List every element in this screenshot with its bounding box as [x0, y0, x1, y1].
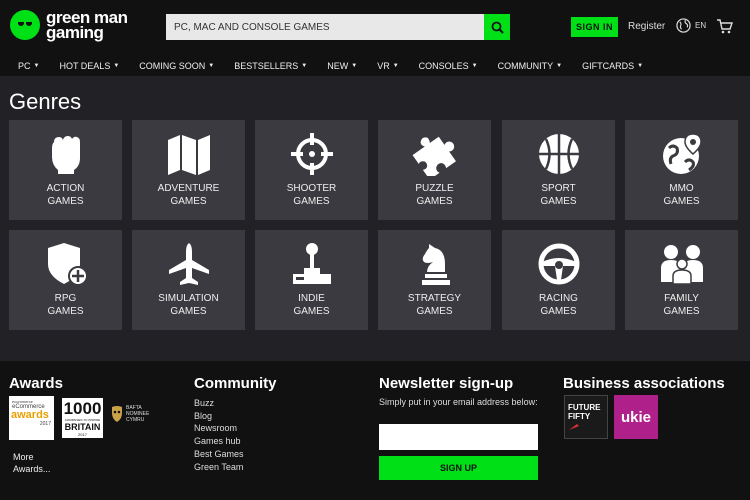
- search-bar: [166, 14, 510, 40]
- puzzle-icon: [412, 136, 456, 176]
- page-title: Genres: [9, 89, 82, 114]
- genre-tile-racing[interactable]: RACING GAMES: [502, 230, 615, 330]
- community-link-games-hub[interactable]: Games hub: [194, 435, 244, 448]
- genre-tile-indie[interactable]: INDIE GAMES: [255, 230, 368, 330]
- community-link-best-games[interactable]: Best Games: [194, 448, 244, 461]
- nav-new[interactable]: NEW ▼: [327, 61, 357, 71]
- ecommerce-awards-badge[interactable]: ecommerce eCommerce awards 2017: [9, 396, 54, 440]
- family-icon: [660, 245, 703, 285]
- newsletter-email-field[interactable]: [379, 424, 538, 450]
- community-link-newsroom[interactable]: Newsroom: [194, 422, 244, 435]
- genre-tile-strategy[interactable]: STRATEGY GAMES: [378, 230, 491, 330]
- more-awards-link[interactable]: More Awards...: [13, 451, 50, 475]
- joystick-icon: [292, 243, 331, 284]
- genres-section: Genres ACTION GAMES ADVENTURE GAMES SHOOTE…: [0, 76, 750, 361]
- genre-tile-mmo[interactable]: MMO GAMES: [625, 120, 738, 220]
- nav-coming-soon[interactable]: COMING SOON ▼: [139, 61, 214, 71]
- genre-tile-simulation[interactable]: SIMULATION GAMES: [132, 230, 245, 330]
- nav-pc[interactable]: PC ▼: [18, 61, 39, 71]
- nav-giftcards[interactable]: GIFTCARDS ▼: [582, 61, 643, 71]
- bafta-nominee-badge[interactable]: BAFTA NOMINEE CYMRU: [110, 405, 149, 423]
- nav-bestsellers[interactable]: BESTSELLERS ▼: [234, 61, 307, 71]
- fist-icon: [51, 136, 80, 174]
- nav-community[interactable]: COMMUNITY ▼: [498, 61, 562, 71]
- business-heading: Business associations: [563, 375, 725, 392]
- genre-tile-puzzle[interactable]: PUZZLE GAMES: [378, 120, 491, 220]
- rocket-icon: [569, 424, 579, 430]
- bafta-mask-icon: [112, 406, 122, 422]
- language-selector[interactable]: EN: [676, 18, 706, 33]
- logo-line2: gaming: [46, 23, 104, 42]
- chess-knight-icon: [421, 244, 450, 285]
- logo-text: green man gaming: [46, 9, 128, 42]
- newsletter-description: Simply put in your email address below:: [379, 397, 538, 407]
- genre-tile-rpg[interactable]: RPG GAMES: [9, 230, 122, 330]
- genre-tile-family[interactable]: FAMILY GAMES: [625, 230, 738, 330]
- awards-heading: Awards: [9, 375, 63, 392]
- cart-button[interactable]: [716, 18, 733, 39]
- site-header: green man gaming SIGN IN Register EN: [0, 0, 750, 55]
- future-fifty-logo[interactable]: FUTURE FIFTY: [564, 395, 608, 439]
- airplane-icon: [168, 243, 209, 285]
- 1000-companies-badge[interactable]: 1000 COMPANIES TO INSPIRE BRITAIN 2017: [60, 396, 105, 440]
- newsletter-heading: Newsletter sign-up: [379, 375, 514, 392]
- logo-mark-icon: [10, 10, 40, 40]
- nav-vr[interactable]: VR ▼: [377, 61, 398, 71]
- site-logo[interactable]: green man gaming: [10, 9, 128, 42]
- genre-tile-adventure[interactable]: ADVENTURE GAMES: [132, 120, 245, 220]
- community-heading: Community: [194, 375, 277, 392]
- community-link-green-team[interactable]: Green Team: [194, 461, 244, 474]
- globe-icon: [676, 18, 691, 33]
- map-icon: [167, 135, 210, 175]
- globe-pin-icon: [662, 133, 702, 174]
- sign-in-button[interactable]: SIGN IN: [571, 17, 618, 37]
- ukie-logo[interactable]: ukie: [614, 395, 658, 439]
- nav-hot-deals[interactable]: HOT DEALS ▼: [59, 61, 119, 71]
- steering-wheel-icon: [538, 243, 579, 285]
- register-link[interactable]: Register: [628, 21, 665, 32]
- community-link-blog[interactable]: Blog: [194, 410, 244, 423]
- genre-tile-sport[interactable]: SPORT GAMES: [502, 120, 615, 220]
- search-input[interactable]: [166, 14, 484, 40]
- crosshair-icon: [290, 133, 333, 175]
- site-footer: Awards ecommerce eCommerce awards 2017 1…: [0, 361, 750, 500]
- newsletter-signup-button[interactable]: SIGN UP: [379, 456, 538, 480]
- basketball-icon: [538, 134, 579, 174]
- search-icon: [491, 21, 504, 34]
- genre-tile-action[interactable]: ACTION GAMES: [9, 120, 122, 220]
- main-nav: PC ▼ HOT DEALS ▼ COMING SOON ▼ BESTSELLERS ▼…: [0, 55, 750, 76]
- nav-consoles[interactable]: CONSOLES ▼: [419, 61, 478, 71]
- shield-plus-icon: [47, 243, 88, 286]
- community-links: Buzz Blog Newsroom Games hub Best Games …: [194, 397, 244, 473]
- genre-tile-shooter[interactable]: SHOOTER GAMES: [255, 120, 368, 220]
- community-link-buzz[interactable]: Buzz: [194, 397, 244, 410]
- language-label: EN: [695, 21, 707, 30]
- cart-icon: [717, 19, 733, 34]
- search-button[interactable]: [484, 14, 510, 40]
